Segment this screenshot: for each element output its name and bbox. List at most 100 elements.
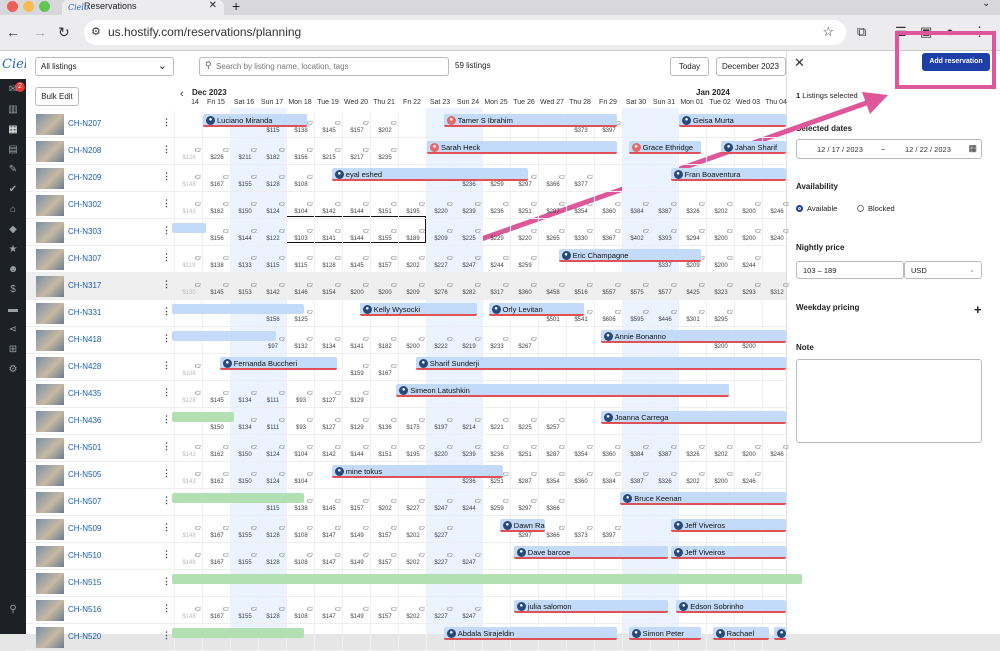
reservation-bar[interactable]: ● julia salomon	[513, 600, 668, 613]
available-radio[interactable]: Available	[796, 204, 837, 213]
listing-name[interactable]: CH-N317	[68, 281, 101, 290]
blocked-bar[interactable]	[172, 304, 304, 314]
calendar-cell[interactable]: €2$156	[202, 219, 230, 245]
calendar-icon[interactable]: ▦	[968, 143, 977, 154]
listing-menu-icon[interactable]: ⋮	[162, 333, 171, 344]
reservation-bar[interactable]: ● Fernanda Buccheri	[219, 357, 338, 370]
calendar-cell[interactable]: €2 $295	[706, 300, 734, 326]
calendar-cell[interactable]: €2 $128	[258, 543, 286, 569]
calendar-cell[interactable]: €2 $145	[314, 489, 342, 515]
listing-name[interactable]: CH-N207	[68, 119, 101, 128]
calendar-cell[interactable]: €2 $227	[426, 543, 454, 569]
calendar-cell[interactable]	[566, 489, 594, 515]
listing-name[interactable]: CH-N303	[68, 227, 101, 236]
listings-filter-select[interactable]: All listings ⌄	[35, 57, 174, 76]
date-range-input[interactable]: 12 / 17 / 2023 – 12 / 22 / 2023 ▦	[796, 139, 982, 159]
calendar-cell[interactable]: €2 $108	[286, 597, 314, 623]
calendar-cell[interactable]: €2 $326	[650, 462, 678, 488]
calendar-cell[interactable]	[370, 381, 398, 407]
calendar-cell[interactable]: €2 $402	[622, 219, 650, 245]
calendar-cell[interactable]: €2 $267	[510, 327, 538, 353]
calendar-cell[interactable]: €2 $167	[202, 516, 230, 542]
reservation-bar[interactable]: ● Edson Sobrinho	[676, 600, 786, 613]
calendar-cell[interactable]: €2 $136	[370, 408, 398, 434]
reservation-bar[interactable]: ● Luciano Miranda	[203, 114, 307, 127]
calendar-cell[interactable]: €2 $354	[538, 462, 566, 488]
note-textarea[interactable]	[796, 359, 982, 443]
calendar-cell[interactable]: €2 $111	[258, 381, 286, 407]
calendar-cell[interactable]: €2 $108	[286, 543, 314, 569]
minimize-window-button[interactable]	[23, 1, 34, 12]
reservation-bar[interactable]: ● Sharif Sunderji	[415, 357, 786, 370]
calendar-cell[interactable]: €2 $111	[258, 408, 286, 434]
blocked-bar[interactable]	[172, 331, 276, 341]
calendar-cell[interactable]: €2 $251	[510, 192, 538, 218]
calendar-cell[interactable]: €2 $147	[314, 516, 342, 542]
calendar-cell[interactable]: €2$115	[258, 246, 286, 272]
blocked-bar[interactable]	[172, 223, 206, 233]
calendar-cell[interactable]: €2$373	[566, 516, 594, 542]
calendar-cell[interactable]: €2 $129	[342, 408, 370, 434]
calendar-cell[interactable]: €2 $247	[454, 597, 482, 623]
listing-name[interactable]: CH-N515	[68, 578, 101, 587]
calendar-cell[interactable]: €2 $154	[314, 273, 342, 299]
reservation-bar[interactable]: ● Sarah Heck	[427, 141, 618, 154]
calendar-cell[interactable]: €2 $244	[734, 246, 762, 272]
reservation-bar[interactable]: ● Geisa Murta	[679, 114, 786, 127]
close-window-button[interactable]	[7, 1, 18, 12]
calendar-cell[interactable]	[566, 408, 594, 434]
calendar-cell[interactable]: €2 $144	[342, 192, 370, 218]
calendar-cell[interactable]: €2 $247	[454, 543, 482, 569]
tag-icon[interactable]: ◆	[5, 224, 21, 235]
extensions-icon[interactable]: ⧉	[857, 24, 866, 40]
currency-select[interactable]: USD ⌄	[904, 261, 982, 279]
calendar-icon[interactable]: ▦	[5, 124, 21, 135]
calendar-cell[interactable]: €2 $128	[314, 246, 342, 272]
calendar-cell[interactable]: €2 $317	[482, 273, 510, 299]
new-tab-icon[interactable]: +	[232, 0, 240, 14]
tasks-icon[interactable]: ▤	[5, 144, 21, 155]
calendar-cell[interactable]: €2 $246	[762, 192, 790, 218]
calendar-cell[interactable]: €2 $233	[482, 327, 510, 353]
calendar-cell[interactable]: €2 $202	[706, 192, 734, 218]
calendar-cell[interactable]	[482, 597, 510, 623]
listing-search-input[interactable]: ⚲ Search by listing name, location, tags	[199, 57, 449, 76]
back-icon[interactable]: ←	[6, 24, 20, 40]
browser-tab[interactable]: Cielo Reservations ✕	[62, 0, 224, 15]
calendar-cell[interactable]: €2 $127	[314, 408, 342, 434]
calendar-cell[interactable]: €2$200	[734, 219, 762, 245]
calendar-cell[interactable]: €2 $575	[622, 273, 650, 299]
listing-menu-icon[interactable]: ⋮	[162, 441, 171, 452]
calendar-cell[interactable]: €2 $246	[762, 435, 790, 461]
listing-menu-icon[interactable]: ⋮	[162, 198, 171, 209]
listing-name[interactable]: CH-N436	[68, 416, 101, 425]
calendar-cell[interactable]: €2 $354	[566, 192, 594, 218]
calendar-cell[interactable]: €2 $157	[370, 597, 398, 623]
calendar-cell[interactable]: €2 $393	[650, 219, 678, 245]
calendar-cell[interactable]: €2 $145	[314, 111, 342, 137]
calendar-cell[interactable]: €2 $219	[454, 327, 482, 353]
calendar-cell[interactable]: €2 $221	[482, 408, 510, 434]
calendar-cell[interactable]	[594, 165, 622, 191]
reservation-bar[interactable]: ● Joanna Carrega	[600, 411, 786, 424]
calendar-cell[interactable]: €2 $127	[314, 381, 342, 407]
calendar-cell[interactable]: €2 $151	[370, 192, 398, 218]
calendar-cell[interactable]: €2 $124	[258, 435, 286, 461]
calendar-cell[interactable]: €2 $130	[174, 273, 202, 299]
calendar-cell[interactable]: €2 $144	[342, 435, 370, 461]
calendar-cell[interactable]: €2 $157	[370, 516, 398, 542]
calendar-cell[interactable]: €2 $244	[454, 489, 482, 515]
blocked-bar[interactable]	[172, 574, 802, 584]
calendar-cell[interactable]: €2 $104	[286, 435, 314, 461]
calendar-cell[interactable]: €2 $377	[566, 165, 594, 191]
calendar-cell[interactable]: €2 $119	[174, 246, 202, 272]
calendar-cell[interactable]: €2 $162	[202, 435, 230, 461]
calendar-cell[interactable]: €2 $143	[174, 192, 202, 218]
calendar-cell[interactable]: €2 $226	[202, 138, 230, 164]
calendar-cell[interactable]	[762, 300, 790, 326]
calendar-cell[interactable]: €2 $175	[398, 408, 426, 434]
listing-menu-icon[interactable]: ⋮	[162, 117, 171, 128]
calendar-cell[interactable]: €2 $240	[762, 219, 790, 245]
tab-list-icon[interactable]: ⌄	[982, 0, 990, 9]
calendar-cell[interactable]: €2 $147	[314, 543, 342, 569]
